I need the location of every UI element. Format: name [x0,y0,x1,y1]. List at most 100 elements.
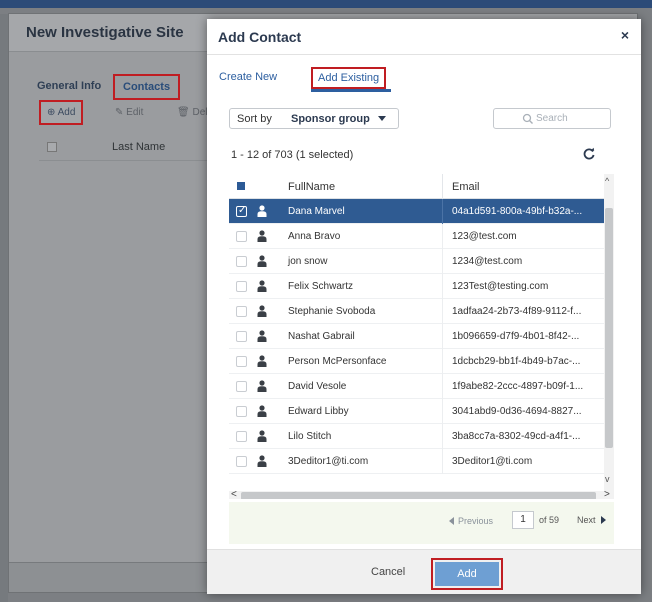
table-row[interactable]: Nashat Gabrail 1b096659-d7f9-4b01-8f42-..… [229,324,604,349]
contacts-grid-header: Last Name [39,139,209,161]
person-icon [257,305,267,317]
contacts-select-all-checkbox[interactable] [47,142,57,152]
previous-arrow-icon[interactable] [449,517,454,525]
column-divider [442,449,443,474]
scroll-left-icon[interactable]: < [231,489,237,499]
refresh-icon[interactable] [582,147,596,161]
row-email: 123@test.com [452,231,517,242]
sort-by-value: Sponsor group [291,113,370,125]
modal-footer: Cancel Add [207,549,641,594]
row-fullname: Person McPersonface [288,356,387,367]
scroll-up-icon[interactable]: ^ [605,176,609,186]
column-divider [442,399,443,424]
row-checkbox[interactable] [236,281,247,292]
scroll-right-icon[interactable]: > [604,489,610,499]
row-checkbox[interactable] [236,431,247,442]
contacts-add-button[interactable]: ⊕ Add [39,100,84,125]
row-checkbox[interactable] [236,456,247,467]
row-email: 3041abd9-0d36-4694-8827... [452,406,582,417]
contacts-edit-button[interactable]: ✎ Edit [115,107,143,118]
row-checkbox[interactable] [236,306,247,317]
table-row[interactable]: Person McPersonface 1dcbcb29-bb1f-4b49-b7… [229,349,604,374]
row-checkbox[interactable] [236,331,247,342]
column-header-email[interactable]: Email [452,181,480,193]
select-all-checkbox[interactable] [237,182,245,190]
column-divider [442,299,443,324]
row-fullname: Edward Libby [288,406,349,417]
row-fullname: 3Deditor1@ti.com [288,456,369,467]
add-contact-modal: Add Contact × Create New Add Existing So… [207,19,641,594]
person-icon [257,380,267,392]
row-email: 1b096659-d7f9-4b01-8f42-... [452,331,580,342]
row-email: 1dcbcb29-bb1f-4b49-b7ac-... [452,356,581,367]
table-row[interactable]: Felix Schwartz 123Test@testing.com [229,274,604,299]
add-button[interactable]: Add [435,562,499,586]
tab-create-new[interactable]: Create New [219,71,277,83]
previous-page-link[interactable]: Previous [458,516,493,526]
chevron-down-icon [378,116,386,121]
column-divider [442,349,443,374]
column-divider [442,174,443,199]
vertical-scroll-thumb[interactable] [605,208,613,448]
modal-header: Add Contact × [207,19,641,55]
tab-contacts[interactable]: Contacts [113,74,181,100]
person-icon [257,255,267,267]
row-email: 1234@test.com [452,256,523,267]
row-checkbox[interactable] [236,231,247,242]
table-row[interactable]: David Vesole 1f9abe82-2ccc-4897-b09f-1... [229,374,604,399]
scroll-down-icon[interactable]: v [605,474,610,484]
next-arrow-icon[interactable] [601,516,606,524]
table-row[interactable]: Anna Bravo 123@test.com [229,224,604,249]
search-icon [522,113,533,124]
row-checkbox[interactable] [236,256,247,267]
row-checkbox[interactable] [236,356,247,367]
row-checkbox[interactable]: ✓ [236,205,247,217]
pencil-icon: ✎ [115,107,127,118]
person-icon [257,330,267,342]
column-divider [442,374,443,399]
column-divider [442,324,443,349]
vertical-scrollbar[interactable]: ^ v [604,174,614,491]
row-email: 123Test@testing.com [452,281,549,292]
row-email: 1adfaa24-2b73-4f89-9112-f... [452,306,582,317]
table-row[interactable]: Edward Libby 3041abd9-0d36-4694-8827... [229,399,604,424]
row-fullname: Stephanie Svoboda [288,306,376,317]
column-divider [442,199,443,224]
row-checkbox[interactable] [236,381,247,392]
pagination: Previous 1 of 59 Next [229,502,614,544]
row-email: 04a1d591-800a-49bf-b32a-... [452,206,583,217]
page-number-input[interactable]: 1 [512,511,534,529]
contacts-edit-label: Edit [126,107,144,118]
cancel-button[interactable]: Cancel [371,566,405,578]
active-tab-underline [311,89,391,92]
table-row[interactable]: Stephanie Svoboda 1adfaa24-2b73-4f89-9112… [229,299,604,324]
row-email: 1f9abe82-2ccc-4897-b09f-1... [452,381,584,392]
column-header-last-name: Last Name [112,141,166,153]
table-row[interactable]: 3Deditor1@ti.com 3Deditor1@ti.com [229,449,604,474]
table-row[interactable]: jon snow 1234@test.com [229,249,604,274]
next-page-link[interactable]: Next [577,515,596,525]
app-top-bar [0,0,652,8]
search-placeholder: Search [536,113,568,124]
column-header-fullname[interactable]: FullName [288,181,335,193]
search-input[interactable]: Search [493,108,611,129]
column-divider [442,274,443,299]
horizontal-scrollbar[interactable]: < > [229,489,614,499]
sort-by-dropdown[interactable]: Sort by Sponsor group [229,108,399,129]
table-row[interactable]: Lilo Stitch 3ba8cc7a-8302-49cd-a4f1-... [229,424,604,449]
row-fullname: Dana Marvel [288,206,345,217]
horizontal-scroll-thumb[interactable] [241,492,596,499]
table-row[interactable]: ✓ Dana Marvel 04a1d591-800a-49bf-b32a-... [229,199,604,224]
row-email: 3Deditor1@ti.com [452,456,533,467]
tab-add-existing[interactable]: Add Existing [311,67,387,89]
close-icon[interactable]: × [617,27,633,43]
person-icon [257,205,267,217]
tab-general-info[interactable]: General Info [37,80,101,92]
app-left-strip [0,14,8,602]
row-fullname: David Vesole [288,381,347,392]
person-icon [257,280,267,292]
row-fullname: Nashat Gabrail [288,331,355,342]
modal-title: Add Contact [218,29,302,45]
row-checkbox[interactable] [236,406,247,417]
person-icon [257,405,267,417]
